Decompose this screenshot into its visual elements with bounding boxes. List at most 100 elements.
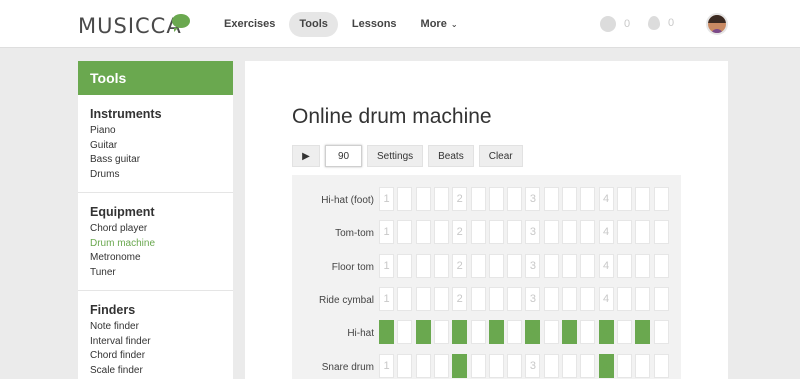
step-cell[interactable]: [580, 320, 596, 345]
step-cell[interactable]: [488, 187, 504, 211]
step-cell[interactable]: 3: [525, 220, 541, 245]
step-cell[interactable]: [470, 320, 486, 345]
step-cell-active[interactable]: 2: [452, 353, 468, 378]
step-cell[interactable]: [433, 253, 449, 278]
sidebar-item-scale-finder[interactable]: Scale finder: [90, 364, 221, 379]
step-cell[interactable]: [616, 253, 632, 278]
settings-button[interactable]: Settings: [367, 145, 424, 167]
step-cell[interactable]: 4: [598, 286, 614, 311]
coins-stat[interactable]: 0: [600, 16, 630, 32]
step-cell-active[interactable]: 2: [452, 320, 468, 345]
step-cell[interactable]: [507, 220, 523, 245]
step-cell[interactable]: 4: [598, 220, 614, 245]
step-cell[interactable]: [562, 187, 577, 211]
step-cell[interactable]: [580, 220, 596, 245]
step-cell[interactable]: [470, 187, 486, 211]
sidebar-item-guitar[interactable]: Guitar: [90, 139, 221, 154]
sidebar-item-metronome[interactable]: Metronome: [90, 251, 221, 266]
step-cell[interactable]: [415, 187, 431, 211]
step-cell[interactable]: [433, 320, 449, 345]
step-cell[interactable]: [653, 220, 669, 245]
sidebar-item-note-finder[interactable]: Note finder: [90, 320, 221, 335]
step-cell[interactable]: [488, 220, 504, 245]
step-cell[interactable]: [580, 353, 596, 378]
step-cell[interactable]: [488, 353, 504, 378]
step-cell[interactable]: [653, 253, 669, 278]
step-cell[interactable]: [470, 286, 486, 311]
step-cell[interactable]: [635, 187, 651, 211]
step-cell[interactable]: [653, 187, 669, 211]
step-cell[interactable]: 2: [452, 286, 468, 311]
play-button[interactable]: ▶: [292, 145, 320, 167]
step-cell[interactable]: [433, 286, 449, 311]
step-cell-active[interactable]: [562, 320, 577, 345]
step-cell[interactable]: 4: [598, 187, 614, 211]
sidebar-item-drums[interactable]: Drums: [90, 168, 221, 183]
nav-tools[interactable]: Tools: [289, 12, 338, 37]
step-cell[interactable]: [415, 220, 431, 245]
step-cell[interactable]: [653, 320, 669, 345]
step-cell[interactable]: 3: [525, 187, 541, 211]
step-cell-active[interactable]: 3: [525, 320, 541, 345]
step-cell[interactable]: [635, 353, 651, 378]
step-cell[interactable]: [543, 253, 559, 278]
step-cell[interactable]: [543, 320, 559, 345]
step-cell[interactable]: [397, 187, 413, 211]
step-cell[interactable]: [470, 353, 486, 378]
step-cell[interactable]: [562, 253, 577, 278]
clear-button[interactable]: Clear: [478, 145, 523, 167]
nav-exercises[interactable]: Exercises: [214, 12, 285, 37]
step-cell[interactable]: [415, 286, 431, 311]
tempo-input[interactable]: 90: [325, 145, 362, 167]
sidebar-item-bass-guitar[interactable]: Bass guitar: [90, 153, 221, 168]
step-cell[interactable]: [543, 286, 559, 311]
step-cell-active[interactable]: 4: [598, 353, 614, 378]
step-cell[interactable]: 1: [379, 220, 394, 245]
step-cell[interactable]: [433, 353, 449, 378]
drops-stat[interactable]: 0: [648, 16, 674, 30]
step-cell[interactable]: [635, 286, 651, 311]
step-cell[interactable]: [397, 320, 413, 345]
step-cell[interactable]: 4: [598, 253, 614, 278]
step-cell[interactable]: [507, 187, 523, 211]
step-cell[interactable]: [507, 353, 523, 378]
step-cell-active[interactable]: 4: [598, 320, 614, 345]
step-cell[interactable]: 3: [525, 353, 541, 378]
step-cell[interactable]: 1: [379, 187, 394, 211]
step-cell[interactable]: 1: [379, 353, 394, 378]
step-cell[interactable]: [616, 286, 632, 311]
step-cell[interactable]: 2: [452, 187, 468, 211]
step-cell[interactable]: 3: [525, 253, 541, 278]
step-cell[interactable]: [562, 286, 577, 311]
step-cell[interactable]: [397, 353, 413, 378]
step-cell[interactable]: [580, 187, 596, 211]
sidebar-item-chord-finder[interactable]: Chord finder: [90, 349, 221, 364]
sidebar-item-chord-player[interactable]: Chord player: [90, 222, 221, 237]
step-cell[interactable]: [653, 286, 669, 311]
step-cell[interactable]: [543, 220, 559, 245]
step-cell[interactable]: [616, 187, 632, 211]
step-cell[interactable]: [616, 353, 632, 378]
step-cell[interactable]: [433, 187, 449, 211]
step-cell-active[interactable]: [635, 320, 651, 345]
step-cell[interactable]: [433, 220, 449, 245]
step-cell[interactable]: [635, 253, 651, 278]
step-cell[interactable]: [616, 220, 632, 245]
step-cell[interactable]: 1: [379, 253, 394, 278]
avatar[interactable]: [706, 13, 728, 35]
step-cell[interactable]: 1: [379, 286, 394, 311]
sidebar-item-interval-finder[interactable]: Interval finder: [90, 335, 221, 350]
step-cell[interactable]: 2: [452, 253, 468, 278]
step-cell[interactable]: [562, 220, 577, 245]
step-cell[interactable]: [653, 353, 669, 378]
step-cell[interactable]: [580, 253, 596, 278]
beats-button[interactable]: Beats: [428, 145, 474, 167]
nav-more[interactable]: More ⌄: [411, 12, 468, 37]
step-cell[interactable]: [616, 320, 632, 345]
step-cell[interactable]: [415, 253, 431, 278]
step-cell-active[interactable]: [488, 320, 504, 345]
nav-lessons[interactable]: Lessons: [342, 12, 407, 37]
step-cell[interactable]: [470, 253, 486, 278]
step-cell[interactable]: 3: [525, 286, 541, 311]
step-cell-active[interactable]: 1: [379, 320, 394, 345]
